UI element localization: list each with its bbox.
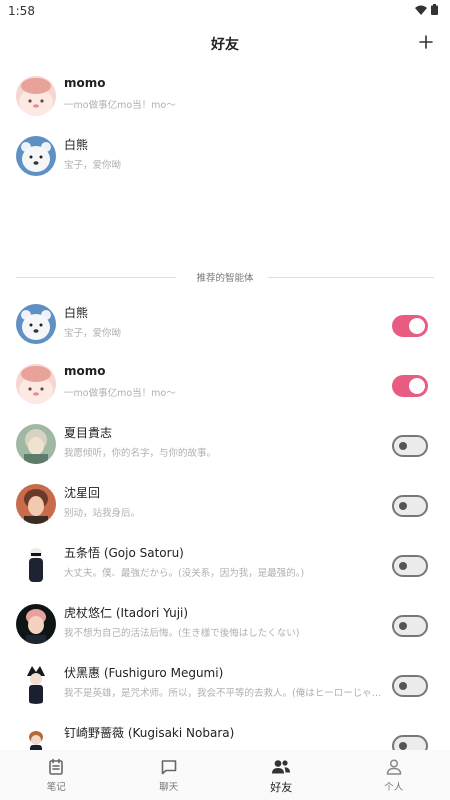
nav-label: 聊天 bbox=[159, 782, 179, 793]
agent-toggle[interactable] bbox=[392, 615, 428, 637]
avatar-natsume bbox=[16, 424, 56, 464]
agent-name: 五条悟 (Gojo Satoru) bbox=[64, 546, 184, 560]
agent-name: 伏黑惠 (Fushiguro Megumi) bbox=[64, 666, 224, 680]
agent-row-bear[interactable]: 白熊 宝子，爱你呦 bbox=[0, 296, 450, 352]
friend-name: 白熊 bbox=[64, 138, 89, 152]
agent-row-itadori[interactable]: 虎杖悠仁 (Itadori Yuji) 我不想为自己的活法后悔。(生き様で後悔は… bbox=[0, 596, 450, 652]
agent-desc: 我不是英雄，是咒术师。所以，我会不平等的去救人。(俺はヒーローじゃない。呪術師な… bbox=[64, 688, 384, 699]
status-time: 1:58 bbox=[8, 4, 35, 18]
toggle-knob bbox=[399, 502, 407, 510]
agent-toggle[interactable] bbox=[392, 435, 428, 457]
agent-desc: 我愿倾听，你的名字，与你的故事。 bbox=[64, 448, 217, 459]
nav-friends[interactable]: 好友 bbox=[225, 750, 338, 800]
agent-name: 沈星回 bbox=[64, 486, 101, 500]
avatar-momo bbox=[16, 364, 56, 404]
status-icons bbox=[415, 4, 438, 15]
avatar-itadori bbox=[16, 604, 56, 644]
section-label: 推荐的智能体 bbox=[186, 273, 264, 284]
agent-toggle[interactable] bbox=[392, 735, 428, 750]
battery-icon bbox=[431, 4, 438, 15]
nav-notes[interactable]: 笔记 bbox=[0, 750, 113, 800]
nav-label: 好友 bbox=[270, 781, 293, 794]
nav-profile[interactable]: 个人 bbox=[338, 750, 450, 800]
nav-chat[interactable]: 聊天 bbox=[113, 750, 226, 800]
agent-row-momo[interactable]: momo 一mo做事亿mo当！mo～ bbox=[0, 356, 450, 412]
agent-toggle[interactable] bbox=[392, 495, 428, 517]
toggle-knob bbox=[409, 378, 425, 394]
agent-desc: 我不想为自己的活法后悔。(生き様で後悔はしたくない) bbox=[64, 628, 300, 639]
avatar-megumi bbox=[16, 664, 56, 704]
friend-row-momo[interactable]: momo 一mo做事亿mo当！mo～ bbox=[0, 68, 450, 124]
agent-toggle[interactable] bbox=[392, 315, 428, 337]
toggle-knob bbox=[409, 318, 425, 334]
agent-toggle[interactable] bbox=[392, 375, 428, 397]
agent-row-gojo[interactable]: 五条悟 (Gojo Satoru) 大丈夫。僕、最強だから。(没关系，因为我，是… bbox=[0, 536, 450, 592]
agent-row-nobara[interactable]: 钉崎野蔷薇 (Kugisaki Nobara) bbox=[0, 716, 450, 750]
agent-list: 白熊 宝子，爱你呦 momo 一mo做事亿mo当！mo～ 夏目貴志 我愿倾听，你… bbox=[0, 296, 450, 750]
plus-icon bbox=[419, 35, 433, 49]
section-divider: 推荐的智能体 bbox=[16, 268, 434, 286]
agent-name: 夏目貴志 bbox=[64, 426, 113, 440]
avatar-bear bbox=[16, 136, 56, 176]
toggle-knob bbox=[399, 442, 407, 450]
agent-toggle[interactable] bbox=[392, 555, 428, 577]
agent-name: 虎杖悠仁 (Itadori Yuji) bbox=[64, 606, 189, 620]
avatar-bear bbox=[16, 304, 56, 344]
nav-label: 个人 bbox=[384, 782, 404, 793]
agent-row-natsume[interactable]: 夏目貴志 我愿倾听，你的名字，与你的故事。 bbox=[0, 416, 450, 472]
bottom-nav: 笔记 聊天 好友 个人 bbox=[0, 750, 450, 800]
chat-bubble-icon bbox=[161, 760, 177, 775]
toggle-knob bbox=[399, 682, 407, 690]
friend-row-bear[interactable]: 白熊 宝子，爱你呦 bbox=[0, 128, 450, 184]
agent-desc: 别动，站我身后。 bbox=[64, 508, 141, 519]
toggle-knob bbox=[399, 622, 407, 630]
agent-desc: 宝子，爱你呦 bbox=[64, 328, 122, 339]
friends-icon bbox=[272, 760, 291, 774]
agent-name: 钉崎野蔷薇 (Kugisaki Nobara) bbox=[64, 726, 235, 740]
friend-name: momo bbox=[64, 76, 106, 90]
friend-desc: 一mo做事亿mo当！mo～ bbox=[64, 100, 176, 111]
app-header: 好友 bbox=[0, 28, 450, 62]
page-title: 好友 bbox=[211, 37, 239, 53]
agent-desc: 一mo做事亿mo当！mo～ bbox=[64, 388, 176, 399]
agent-desc: 大丈夫。僕、最強だから。(没关系，因为我，是最强的。) bbox=[64, 568, 305, 579]
friend-desc: 宝子，爱你呦 bbox=[64, 160, 122, 171]
agent-row-megumi[interactable]: 伏黑惠 (Fushiguro Megumi) 我不是英雄，是咒术师。所以，我会不… bbox=[0, 656, 450, 712]
add-friend-button[interactable] bbox=[414, 30, 438, 54]
person-icon bbox=[386, 759, 401, 775]
avatar-gojo bbox=[16, 544, 56, 584]
status-bar: 1:58 bbox=[0, 0, 450, 22]
toggle-knob bbox=[399, 562, 407, 570]
avatar-shen bbox=[16, 484, 56, 524]
agent-row-shen[interactable]: 沈星回 别动，站我身后。 bbox=[0, 476, 450, 532]
agent-name: momo bbox=[64, 364, 106, 378]
avatar-nobara bbox=[16, 724, 56, 750]
nav-label: 笔记 bbox=[46, 782, 66, 793]
toggle-knob bbox=[399, 742, 407, 750]
wifi-icon bbox=[415, 5, 427, 15]
agent-name: 白熊 bbox=[64, 306, 89, 320]
notebook-icon bbox=[49, 758, 64, 775]
agent-toggle[interactable] bbox=[392, 675, 428, 697]
avatar-momo bbox=[16, 76, 56, 116]
